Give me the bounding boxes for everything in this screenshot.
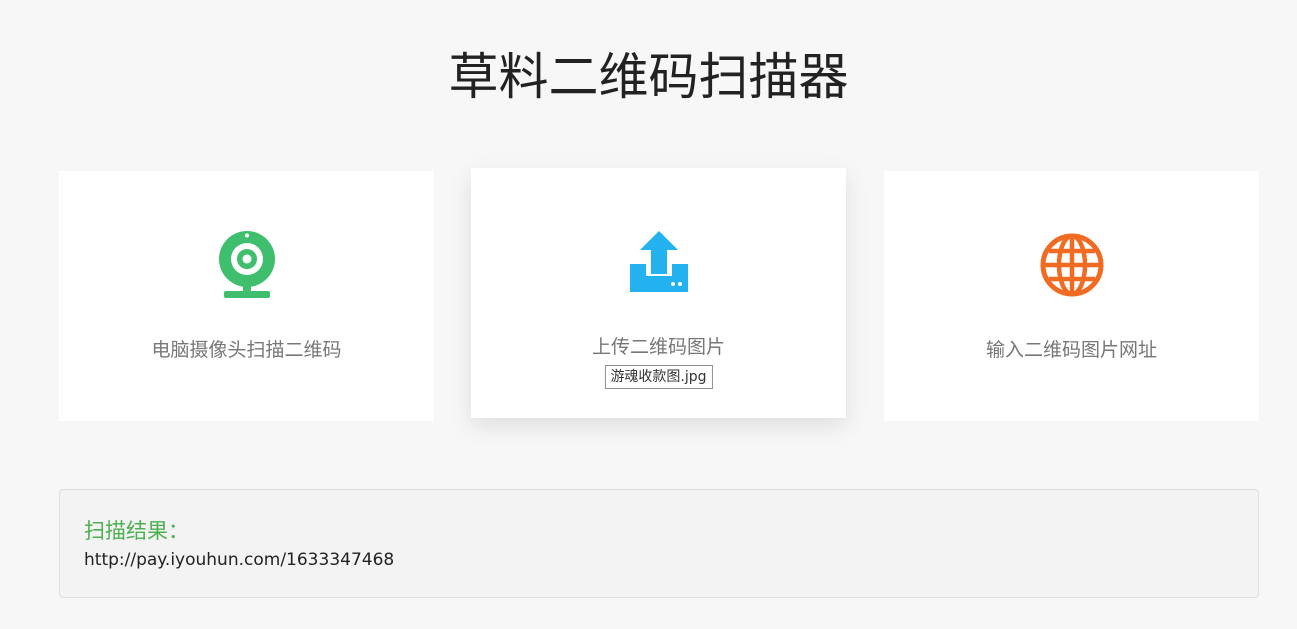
qr-scanner-page: 草料二维码扫描器 电脑摄像头扫描二维码 上传二维码图片 游魂收款图.jpg 输入…: [0, 0, 1297, 629]
upload-image-option[interactable]: 上传二维码图片 游魂收款图.jpg: [471, 168, 846, 418]
selected-file-name: 游魂收款图.jpg: [604, 365, 713, 389]
image-url-label: 输入二维码图片网址: [985, 339, 1157, 361]
scan-result-panel: 扫描结果： http://pay.iyouhun.com/1633347468: [59, 489, 1259, 598]
image-url-option[interactable]: 输入二维码图片网址: [884, 171, 1259, 421]
scan-result-title: 扫描结果：: [84, 519, 189, 543]
upload-image-label: 上传二维码图片: [591, 336, 725, 358]
webcam-icon: [218, 231, 275, 298]
scan-result-value[interactable]: http://pay.iyouhun.com/1633347468: [84, 549, 394, 571]
camera-scan-label: 电脑摄像头扫描二维码: [151, 339, 342, 361]
camera-scan-option[interactable]: 电脑摄像头扫描二维码: [59, 171, 434, 421]
upload-icon: [629, 231, 688, 292]
globe-icon: [1040, 233, 1103, 297]
page-title: 草料二维码扫描器: [448, 48, 849, 106]
